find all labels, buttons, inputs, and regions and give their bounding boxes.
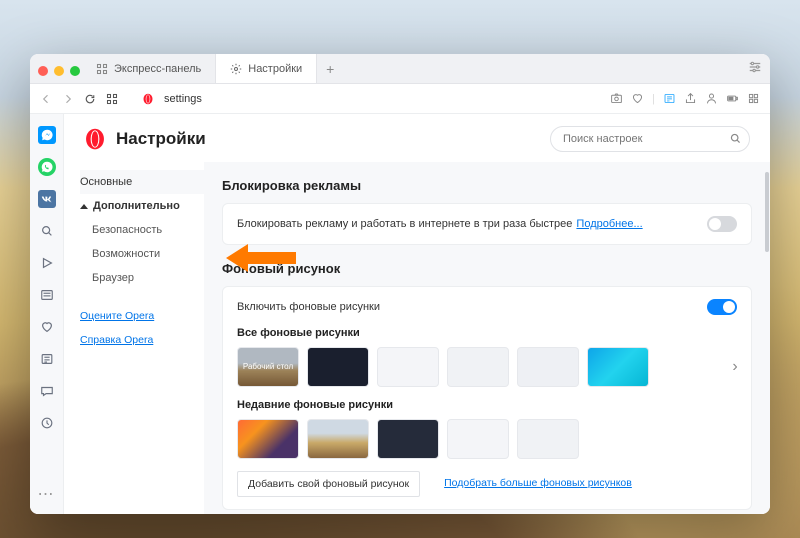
news-rail-icon[interactable]	[38, 286, 56, 304]
sidebar-item-advanced[interactable]: Дополнительно	[80, 194, 204, 218]
sidebar-link-help[interactable]: Справка Opera	[80, 328, 204, 352]
chat-rail-icon[interactable]	[38, 382, 56, 400]
wallpaper-card: Включить фоновые рисунки Все фоновые рис…	[222, 286, 752, 510]
wallpaper-thumb[interactable]	[517, 419, 579, 459]
news2-rail-icon[interactable]	[38, 350, 56, 368]
wallpaper-thumb[interactable]	[307, 347, 369, 387]
vk-icon[interactable]	[38, 190, 56, 208]
search-icon	[729, 132, 742, 145]
adblock-text: Блокировать рекламу и работать в интерне…	[237, 218, 572, 230]
zoom-window[interactable]	[70, 66, 80, 76]
wallpaper-thumb-desktop[interactable]: Рабочий стол	[237, 347, 299, 387]
annotation-arrow	[226, 240, 296, 281]
extensions-icon[interactable]	[747, 92, 760, 105]
settings-columns: Основные Дополнительно Безопасность Возм…	[64, 162, 770, 514]
adblock-card: Блокировать рекламу и работать в интерне…	[222, 203, 752, 245]
wallpaper-enable-text: Включить фоновые рисунки	[237, 301, 380, 313]
address-actions: |	[610, 92, 760, 105]
more-rail-icon[interactable]: ⋯	[38, 484, 56, 504]
wallpaper-thumb[interactable]	[517, 347, 579, 387]
left-rail: ⋯	[30, 114, 64, 514]
tab-bar: Экспресс-панель Настройки +	[30, 54, 770, 84]
adblock-toggle[interactable]	[707, 216, 737, 232]
opera-logo-icon	[142, 93, 154, 105]
wallpaper-thumb[interactable]	[377, 347, 439, 387]
tab-express-panel[interactable]: Экспресс-панель	[82, 54, 216, 83]
search-input[interactable]	[550, 126, 750, 152]
minimize-window[interactable]	[54, 66, 64, 76]
wallpaper-thumb[interactable]	[447, 347, 509, 387]
history-rail-icon[interactable]	[38, 414, 56, 432]
sidebar-link-rate[interactable]: Оцените Opera	[80, 304, 204, 328]
profile-icon[interactable]	[705, 92, 718, 105]
wallpaper-thumb[interactable]	[587, 347, 649, 387]
section-title-wallpaper: Фоновый рисунок	[222, 261, 752, 276]
more-wallpapers-link[interactable]: Подобрать больше фоновых рисунков	[434, 471, 642, 497]
wallpaper-actions: Добавить свой фоновый рисунок Подобрать …	[237, 471, 737, 497]
heart-icon[interactable]	[631, 92, 644, 105]
sidebar-item-basic[interactable]: Основные	[80, 170, 204, 194]
opera-logo-icon	[84, 128, 106, 150]
gear-icon	[230, 63, 242, 75]
window-body: ⋯ Настройки Основные Дополнительно Безоп…	[30, 114, 770, 514]
tab-label: Экспресс-панель	[114, 63, 201, 75]
wallpaper-toggle[interactable]	[707, 299, 737, 315]
reload-button[interactable]	[84, 93, 96, 105]
snapshot-icon[interactable]	[610, 92, 623, 105]
wallpaper-thumb[interactable]	[447, 419, 509, 459]
play-rail-icon[interactable]	[38, 254, 56, 272]
adblock-more-link[interactable]: Подробнее...	[576, 218, 642, 230]
window-traffic-lights	[38, 66, 80, 76]
wallpaper-thumb[interactable]	[377, 419, 439, 459]
settings-sidebar: Основные Дополнительно Безопасность Возм…	[64, 162, 204, 514]
section-title-adblock: Блокировка рекламы	[222, 178, 752, 193]
back-button[interactable]	[40, 93, 52, 105]
tab-settings[interactable]: Настройки	[216, 54, 317, 83]
close-window[interactable]	[38, 66, 48, 76]
bookmark-rail-icon[interactable]	[38, 318, 56, 336]
share-icon[interactable]	[684, 92, 697, 105]
scrollbar[interactable]	[764, 162, 770, 514]
settings-header: Настройки	[64, 114, 770, 162]
settings-main: Блокировка рекламы Блокировать рекламу и…	[204, 162, 770, 514]
opera-window: Экспресс-панель Настройки + settings |	[30, 54, 770, 514]
grid-icon	[96, 63, 108, 75]
wallpaper-all-label: Все фоновые рисунки	[237, 327, 737, 339]
wallpaper-thumb[interactable]	[307, 419, 369, 459]
content-area: Настройки Основные Дополнительно Безопас…	[64, 114, 770, 514]
page-title: Настройки	[116, 129, 206, 149]
sidebar-item-browser[interactable]: Браузер	[80, 266, 204, 290]
whatsapp-icon[interactable]	[38, 158, 56, 176]
add-wallpaper-button[interactable]: Добавить свой фоновый рисунок	[237, 471, 420, 497]
search-rail-icon[interactable]	[38, 222, 56, 240]
wallpaper-thumbs-all: ‹ Рабочий стол ›	[237, 347, 737, 387]
settings-search	[550, 126, 750, 152]
battery-icon[interactable]	[726, 92, 739, 105]
new-tab-button[interactable]: +	[317, 54, 343, 83]
speed-dial-button[interactable]	[106, 93, 118, 105]
wallpaper-thumbs-recent	[237, 419, 737, 459]
easy-setup-icon[interactable]	[748, 60, 762, 77]
tab-label: Настройки	[248, 63, 302, 75]
forward-button[interactable]	[62, 93, 74, 105]
sidebar-item-features[interactable]: Возможности	[80, 242, 204, 266]
wallpaper-thumb[interactable]	[237, 419, 299, 459]
address-bar: settings |	[30, 84, 770, 114]
wallpaper-recent-label: Недавние фоновые рисунки	[237, 399, 737, 411]
address-text[interactable]: settings	[164, 93, 202, 105]
sidebar-item-security[interactable]: Безопасность	[80, 218, 204, 242]
messenger-icon[interactable]	[38, 126, 56, 144]
carousel-right[interactable]: ›	[727, 359, 743, 375]
personal-news-icon[interactable]	[663, 92, 676, 105]
